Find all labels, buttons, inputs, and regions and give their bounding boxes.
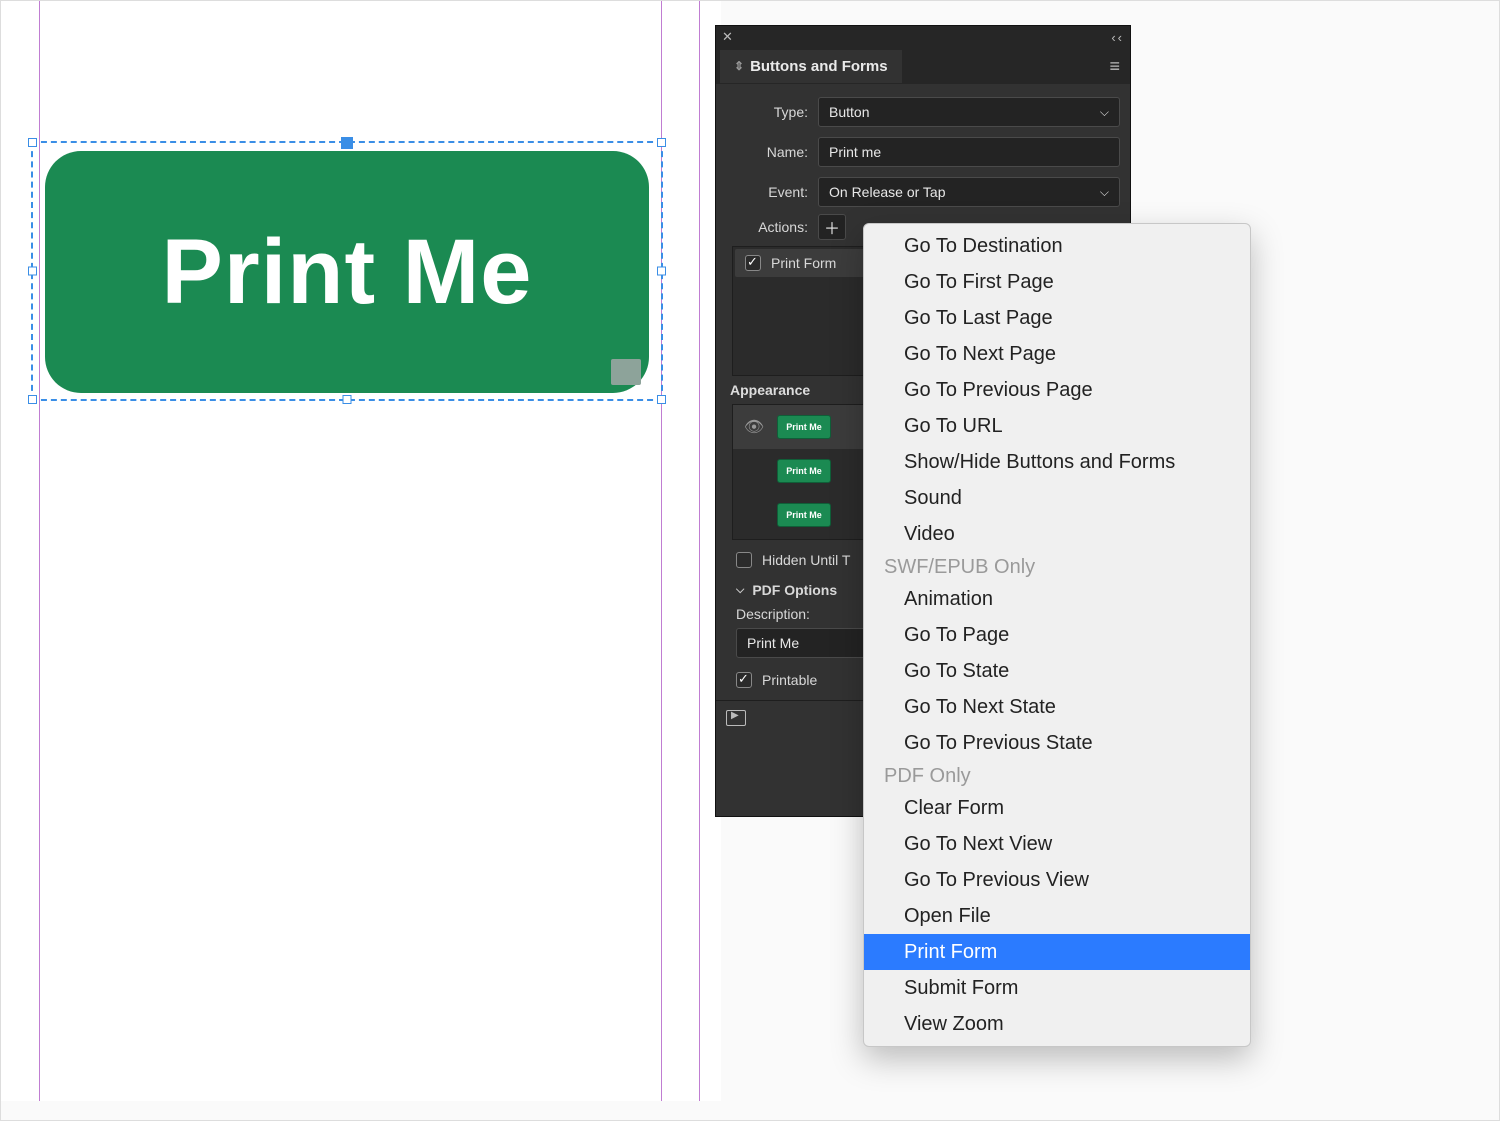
name-input-field[interactable] [829, 144, 1109, 160]
menu-item[interactable]: Go To Previous View [864, 862, 1250, 898]
canvas-area: Print Me [1, 1, 721, 1101]
selection-handle[interactable] [28, 395, 37, 404]
chevron-down-icon: ⌵ [1100, 185, 1109, 200]
menu-item[interactable]: Clear Form [864, 790, 1250, 826]
action-item-label: Print Form [771, 255, 836, 271]
hidden-label: Hidden Until T [762, 552, 850, 568]
selection-handle[interactable] [657, 267, 666, 276]
panel-tab[interactable]: ⇕ Buttons and Forms [720, 50, 902, 83]
selection-handle[interactable] [28, 138, 37, 147]
menu-item[interactable]: Go To State [864, 653, 1250, 689]
state-thumbnail: Print Me [777, 415, 831, 439]
menu-item[interactable]: Go To Last Page [864, 300, 1250, 336]
selection-handle[interactable] [343, 395, 352, 404]
selection-handle[interactable] [341, 137, 353, 149]
selection-handle[interactable] [657, 138, 666, 147]
actions-label: Actions: [726, 219, 808, 235]
menu-section-header: SWF/EPUB Only [864, 552, 1250, 581]
pdf-options-label: PDF Options [752, 582, 837, 598]
selection-handle[interactable] [657, 395, 666, 404]
panel-tab-row: ⇕ Buttons and Forms ≡ [716, 48, 1130, 84]
close-icon[interactable]: ✕ [722, 29, 733, 45]
event-value: On Release or Tap [829, 184, 945, 200]
chevron-down-icon: ⌵ [736, 584, 744, 597]
menu-item[interactable]: Go To Next Page [864, 336, 1250, 372]
printable-label: Printable [762, 672, 817, 688]
menu-item[interactable]: Print Form [864, 934, 1250, 970]
panel-menu-icon[interactable]: ≡ [1109, 56, 1120, 77]
type-dropdown[interactable]: Button ⌵ [818, 97, 1120, 127]
actions-dropdown-menu: Go To DestinationGo To First PageGo To L… [863, 223, 1251, 1047]
preview-spread-icon[interactable] [726, 710, 746, 726]
add-action-button[interactable]: ＋ [818, 214, 846, 240]
hidden-checkbox[interactable] [736, 552, 752, 568]
menu-item[interactable]: Go To Next View [864, 826, 1250, 862]
printable-checkbox[interactable] [736, 672, 752, 688]
type-value: Button [829, 104, 869, 120]
menu-item[interactable]: Submit Form [864, 970, 1250, 1006]
menu-item[interactable]: Video [864, 516, 1250, 552]
menu-item[interactable]: Go To Destination [864, 228, 1250, 264]
menu-item[interactable]: Animation [864, 581, 1250, 617]
name-label: Name: [726, 144, 808, 160]
action-checkbox[interactable] [745, 255, 761, 271]
menu-item[interactable]: Go To Next State [864, 689, 1250, 725]
name-input[interactable] [818, 137, 1120, 167]
menu-item[interactable]: Sound [864, 480, 1250, 516]
selection-frame[interactable] [31, 141, 663, 401]
menu-item[interactable]: Go To Previous Page [864, 372, 1250, 408]
panel-title: Buttons and Forms [750, 58, 888, 75]
menu-section-header: PDF Only [864, 761, 1250, 790]
menu-item[interactable]: Go To URL [864, 408, 1250, 444]
menu-item[interactable]: Go To Page [864, 617, 1250, 653]
chevron-down-icon: ⌵ [1100, 105, 1109, 120]
panel-collapse-icon[interactable]: ‹‹ [1111, 30, 1124, 45]
visibility-icon[interactable]: 👁 [743, 417, 765, 437]
menu-item[interactable]: Show/Hide Buttons and Forms [864, 444, 1250, 480]
menu-item[interactable]: Open File [864, 898, 1250, 934]
event-label: Event: [726, 184, 808, 200]
panel-titlebar[interactable]: ✕ ‹‹ [716, 26, 1130, 48]
menu-item[interactable]: Go To First Page [864, 264, 1250, 300]
state-thumbnail: Print Me [777, 459, 831, 483]
type-label: Type: [726, 104, 808, 120]
menu-item[interactable]: View Zoom [864, 1006, 1250, 1042]
state-thumbnail: Print Me [777, 503, 831, 527]
selection-handle[interactable] [28, 267, 37, 276]
menu-item[interactable]: Go To Previous State [864, 725, 1250, 761]
tab-drag-icon: ⇕ [734, 59, 744, 73]
event-dropdown[interactable]: On Release or Tap ⌵ [818, 177, 1120, 207]
page-guide [699, 1, 700, 1101]
